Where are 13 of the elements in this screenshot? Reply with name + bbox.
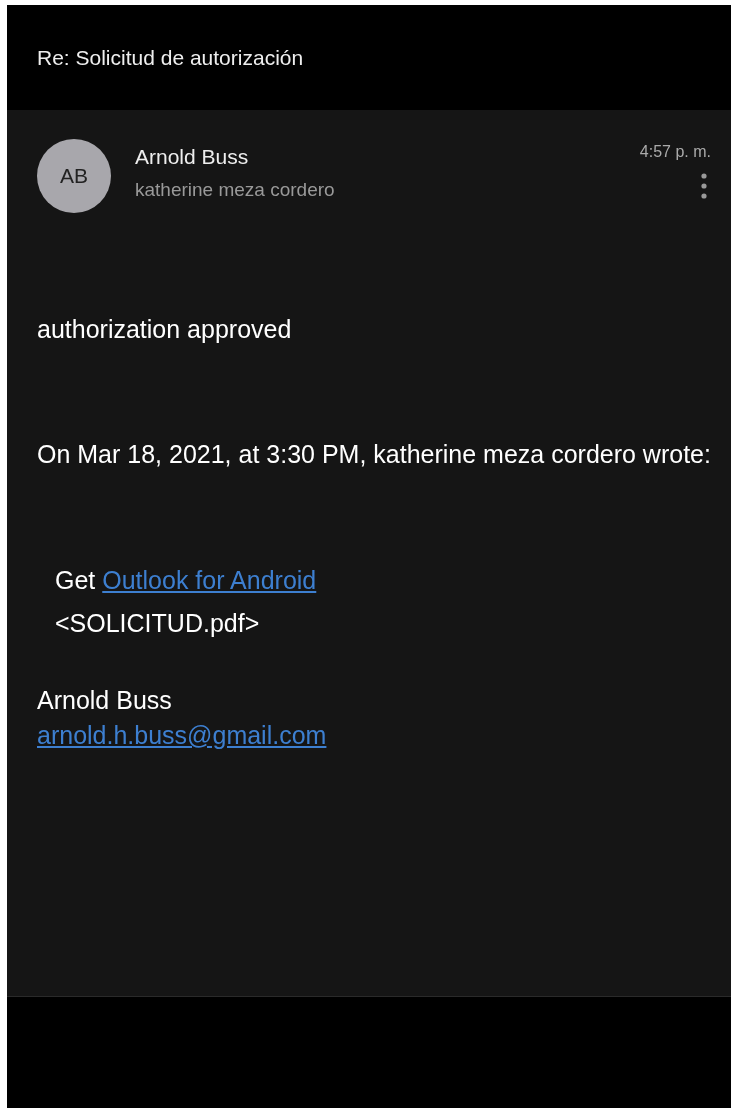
promo-text: Get Outlook for Android: [55, 565, 317, 596]
more-options-icon[interactable]: [701, 173, 707, 199]
message-text: authorization approved: [37, 314, 293, 345]
avatar: AB: [37, 139, 111, 213]
email-subject: Re: Solicitud de autorización: [37, 45, 304, 70]
recipient-name: katherine meza cordero: [135, 179, 336, 201]
message-time: 4:57 p. m.: [639, 143, 711, 161]
message-text: On Mar 18, 2021, at 3:30 PM, katherine meza cordero wrote:: [37, 439, 711, 470]
sender-name: Arnold Buss: [135, 145, 250, 169]
outlook-link[interactable]: Outlook for Android: [102, 566, 317, 594]
signature-name: Arnold Buss: [37, 685, 172, 716]
attachment-name: <SOLICITUD.pdf>: [55, 608, 260, 639]
email-link[interactable]: arnold.h.buss@gmail.com: [37, 721, 327, 749]
